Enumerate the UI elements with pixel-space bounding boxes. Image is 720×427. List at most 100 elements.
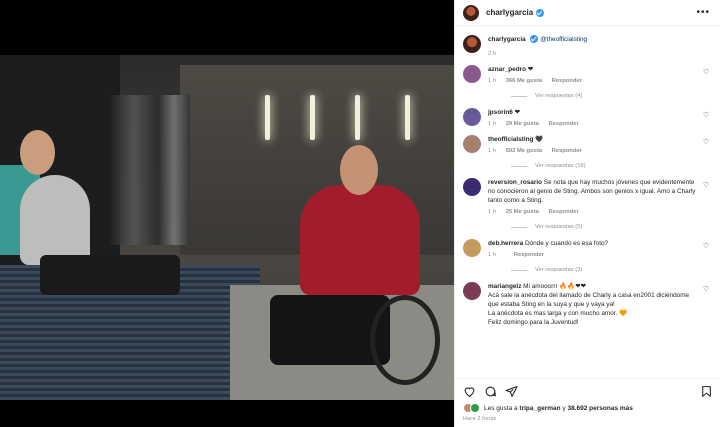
comment-time: 1 h — [488, 209, 497, 215]
comment-meta: 1 h 29 Me gusta Responder — [488, 120, 699, 129]
photo-light — [355, 95, 360, 140]
comment-block: deb.herrera Dónde y cuando es esa foto? … — [463, 239, 713, 273]
comment-body: reversion_rosario Se nota que hay muchos… — [488, 178, 713, 217]
comment-heart-icon[interactable]: ♡ — [703, 182, 709, 189]
photo-person-left — [20, 175, 90, 265]
comment-body: theofficialsting 🖤 1 h 592 Me gusta Resp… — [488, 135, 713, 156]
comment-avatar[interactable] — [463, 135, 481, 153]
comment-icon[interactable] — [484, 385, 497, 398]
caption-avatar[interactable] — [463, 35, 481, 53]
comment-meta: 1 h 25 Me gusta Responder — [488, 208, 699, 217]
reply-button[interactable]: Responder — [552, 78, 582, 84]
post-header: charlygarcia ••• — [455, 0, 720, 26]
photo-light — [265, 95, 270, 140]
reply-button[interactable]: Responder — [514, 252, 544, 258]
likes-first-user[interactable]: tripa_german — [519, 405, 560, 412]
bookmark-icon[interactable] — [700, 385, 713, 398]
caption-mention[interactable]: @theofficialsting — [540, 36, 587, 43]
comment-avatar[interactable] — [463, 65, 481, 83]
more-horizontal-icon[interactable]: ••• — [696, 7, 710, 18]
view-replies-button[interactable]: Ver respuestas (19) — [511, 163, 713, 169]
comment-avatar[interactable] — [463, 178, 481, 196]
likes-count[interactable]: 38.692 personas más — [567, 405, 632, 412]
caption-time: 2 h — [488, 51, 497, 57]
comment-username[interactable]: aznar_pedro — [488, 66, 526, 73]
comment-heart-icon[interactable]: ♡ — [703, 112, 709, 119]
comment-text: 🖤 — [535, 136, 544, 143]
likes-text: Les gusta a tripa_german y 38.692 person… — [484, 405, 633, 412]
comment-username[interactable]: theofficialsting — [488, 136, 533, 143]
comment: aznar_pedro ❤ 1 h 366 Me gusta Responder… — [463, 65, 713, 86]
reply-button[interactable]: Responder — [552, 148, 582, 154]
photo-person-left-head — [20, 130, 55, 175]
comment-container: aznar_pedro ❤ 1 h 366 Me gusta Responder… — [463, 65, 713, 327]
comment-username[interactable]: deb.herrera — [488, 240, 523, 247]
comment-username[interactable]: jpsorin6 — [488, 109, 513, 116]
comment-body: deb.herrera Dónde y cuando es esa foto? … — [488, 239, 713, 260]
comment-heart-icon[interactable]: ♡ — [703, 69, 709, 76]
comment-likes[interactable]: 366 Me gusta — [506, 78, 542, 84]
post-sidebar: charlygarcia ••• charlygarcia @theoffici… — [454, 0, 720, 427]
photo-clothes-rack — [110, 95, 190, 245]
photo-person-right — [300, 185, 420, 295]
photo-light — [310, 95, 315, 140]
likes-prefix: Les gusta a — [484, 404, 518, 412]
comment-heart-icon[interactable]: ♡ — [703, 243, 709, 250]
caption-author[interactable]: charlygarcia — [488, 36, 526, 43]
comment-likes[interactable]: 592 Me gusta — [506, 148, 542, 154]
comment-likes[interactable]: 29 Me gusta — [506, 121, 539, 127]
comment: mariangelz Mi amooorrr 🔥🔥❤❤ Acá sale la … — [463, 282, 713, 327]
view-replies-button[interactable]: Ver respuestas (4) — [511, 93, 713, 99]
comment-block: theofficialsting 🖤 1 h 592 Me gusta Resp… — [463, 135, 713, 169]
comment-meta: 1 h 366 Me gusta Responder — [488, 77, 699, 86]
post-actions: Les gusta a tripa_german y 38.692 person… — [455, 378, 720, 427]
comment-body: mariangelz Mi amooorrr 🔥🔥❤❤ Acá sale la … — [488, 282, 713, 327]
comment-username[interactable]: reversion_rosario — [488, 179, 542, 186]
comment-text: ❤ — [527, 66, 534, 73]
reply-button[interactable]: Responder — [549, 209, 579, 215]
comment-meta: 1 h Responder — [488, 251, 699, 260]
post-media[interactable] — [0, 0, 454, 427]
reply-button[interactable]: Responder — [549, 121, 579, 127]
post-caption: charlygarcia @theofficialsting 2 h — [463, 35, 713, 59]
comment-text: Dónde y cuando es esa foto? — [524, 240, 609, 247]
liker-avatar[interactable] — [470, 403, 480, 413]
post-photo[interactable] — [0, 55, 454, 400]
comments-list[interactable]: charlygarcia @theofficialsting 2 h aznar… — [455, 27, 720, 375]
photo-wheelchair-wheel — [370, 295, 440, 385]
comment-block: reversion_rosario Se nota que hay muchos… — [463, 178, 713, 230]
comment: jpsorin6 ❤ 1 h 29 Me gusta Responder ♡ — [463, 108, 713, 129]
photo-light — [405, 95, 410, 140]
action-icons — [463, 383, 713, 399]
comment-likes[interactable]: 25 Me gusta — [506, 209, 539, 215]
comment-block: jpsorin6 ❤ 1 h 29 Me gusta Responder ♡ — [463, 108, 713, 129]
view-replies-button[interactable]: Ver respuestas (3) — [511, 267, 713, 273]
comment-meta: 1 h 592 Me gusta Responder — [488, 147, 699, 156]
paper-plane-icon[interactable] — [505, 385, 518, 398]
author-avatar[interactable] — [463, 4, 479, 21]
posted-ago: Hace 2 horas — [463, 416, 497, 422]
verified-badge-icon — [536, 8, 545, 17]
comment-block: mariangelz Mi amooorrr 🔥🔥❤❤ Acá sale la … — [463, 282, 713, 327]
comment-body: aznar_pedro ❤ 1 h 366 Me gusta Responder — [488, 65, 713, 86]
comment-avatar[interactable] — [463, 282, 481, 300]
comment-heart-icon[interactable]: ♡ — [703, 139, 709, 146]
comment-username[interactable]: mariangelz — [488, 283, 521, 290]
comment: theofficialsting 🖤 1 h 592 Me gusta Resp… — [463, 135, 713, 156]
comment-body: jpsorin6 ❤ 1 h 29 Me gusta Responder — [488, 108, 713, 129]
comment: deb.herrera Dónde y cuando es esa foto? … — [463, 239, 713, 260]
view-replies-button[interactable]: Ver respuestas (5) — [511, 224, 713, 230]
comment-avatar[interactable] — [463, 108, 481, 126]
comment-avatar[interactable] — [463, 239, 481, 257]
author-username[interactable]: charlygarcia — [486, 8, 533, 17]
comment-heart-icon[interactable]: ♡ — [703, 286, 709, 293]
comment-time: 1 h — [488, 148, 497, 154]
photo-person-right-head — [340, 145, 378, 195]
likes-summary: Les gusta a tripa_german y 38.692 person… — [463, 403, 713, 413]
comment-time: 1 h — [488, 121, 497, 127]
comment-text: ❤ — [514, 109, 520, 116]
likes-and: y — [562, 404, 566, 412]
comment-time: 1 h — [488, 252, 497, 258]
photo-person-left-legs — [40, 255, 180, 295]
heart-outline-icon[interactable] — [463, 385, 476, 398]
